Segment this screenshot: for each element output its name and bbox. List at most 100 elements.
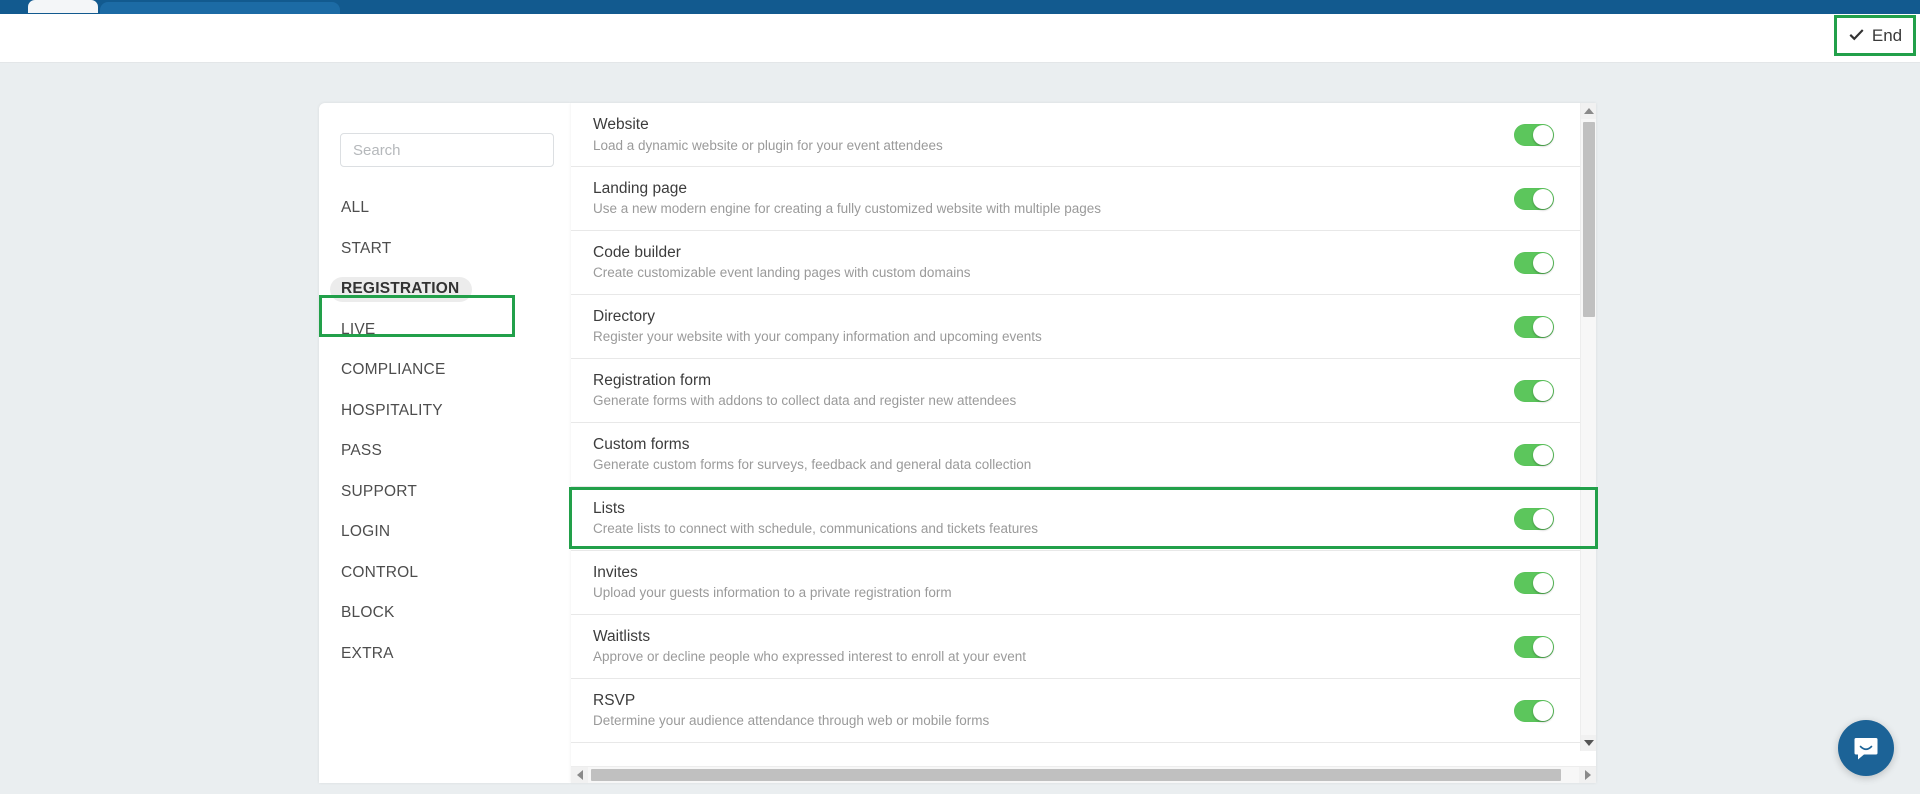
feature-row[interactable]: RSVP Determine your audience attendance t…: [571, 679, 1580, 743]
sidebar-item-all[interactable]: ALL: [319, 188, 571, 229]
feature-description: Create lists to connect with schedule, c…: [593, 521, 1038, 537]
feature-toggle[interactable]: [1514, 187, 1554, 210]
vertical-scrollbar-thumb[interactable]: [1583, 122, 1595, 317]
sidebar-item-registration[interactable]: REGISTRATION: [319, 269, 571, 310]
feature-text: Landing page Use a new modern engine for …: [593, 179, 1514, 218]
triangle-up-icon[interactable]: [1581, 103, 1596, 119]
toggle-knob: [1533, 444, 1553, 465]
browser-tab-active[interactable]: [100, 2, 340, 14]
horizontal-scrollbar-thumb[interactable]: [591, 769, 1561, 781]
feature-toggle[interactable]: [1514, 507, 1554, 530]
feature-row[interactable]: Directory Register your website with your…: [571, 295, 1580, 359]
sidebar-item-hospitality[interactable]: HOSPITALITY: [319, 391, 571, 432]
sidebar-item-label: EXTRA: [341, 644, 394, 662]
feature-row[interactable]: Waitlists Approve or decline people who e…: [571, 615, 1580, 679]
feature-description: Approve or decline people who expressed …: [593, 649, 1027, 665]
triangle-left-icon[interactable]: [571, 767, 588, 783]
category-list: ALL START REGISTRATION LIVE COMPLIANCE H…: [319, 188, 571, 674]
feature-title: Lists: [593, 499, 625, 517]
feature-text: Invites Upload your guests information to…: [593, 563, 1514, 602]
sidebar-item-label: REGISTRATION: [330, 276, 473, 302]
feature-description: Create customizable event landing pages …: [593, 265, 971, 281]
triangle-right-icon[interactable]: [1579, 767, 1596, 783]
sidebar-item-control[interactable]: CONTROL: [319, 553, 571, 594]
feature-list-scroll-area: Website Load a dynamic website or plugin …: [571, 103, 1580, 751]
feature-row[interactable]: Landing page Use a new modern engine for …: [571, 167, 1580, 231]
sidebar-item-label: LOGIN: [341, 523, 391, 541]
sidebar-item-live[interactable]: LIVE: [319, 310, 571, 351]
feature-title: Registration form: [593, 371, 712, 389]
search-input[interactable]: [340, 133, 554, 167]
feature-description: Determine your audience attendance throu…: [593, 713, 990, 729]
feature-title: Code builder: [593, 243, 681, 261]
feature-title: Invites: [593, 563, 638, 581]
feature-row[interactable]: Invites Upload your guests information to…: [571, 551, 1580, 615]
feature-row[interactable]: Code builder Create customizable event la…: [571, 231, 1580, 295]
feature-title: Custom forms: [593, 435, 690, 453]
sidebar-item-label: COMPLIANCE: [341, 361, 446, 379]
sidebar-item-label: LIVE: [341, 320, 376, 338]
feature-row[interactable]: Lists Create lists to connect with schedu…: [571, 487, 1580, 551]
toggle-knob: [1533, 572, 1553, 593]
feature-toggle[interactable]: [1514, 443, 1554, 466]
feature-text: Waitlists Approve or decline people who e…: [593, 627, 1514, 666]
horizontal-scrollbar[interactable]: [571, 766, 1596, 783]
toggle-knob: [1533, 252, 1553, 273]
toggle-knob: [1533, 316, 1553, 337]
feature-text: RSVP Determine your audience attendance t…: [593, 691, 1514, 730]
end-button-label: End: [1871, 26, 1903, 45]
feature-row[interactable]: Website Load a dynamic website or plugin …: [571, 103, 1580, 167]
feature-title: RSVP: [593, 691, 636, 709]
chat-bubble-icon[interactable]: [1838, 720, 1894, 776]
sidebar-item-label: PASS: [341, 442, 383, 460]
feature-text: Registration form Generate forms with add…: [593, 371, 1514, 410]
sidebar-item-compliance[interactable]: COMPLIANCE: [319, 350, 571, 391]
feature-text: Website Load a dynamic website or plugin …: [593, 115, 1514, 154]
sidebar-item-label: BLOCK: [341, 604, 395, 622]
toggle-knob: [1533, 636, 1553, 657]
feature-toggle[interactable]: [1514, 251, 1554, 274]
browser-tab-inactive[interactable]: [28, 0, 98, 13]
feature-toggle[interactable]: [1514, 124, 1554, 146]
feature-description: Register your website with your company …: [593, 329, 1042, 345]
triangle-down-icon[interactable]: [1581, 735, 1596, 751]
sidebar-item-login[interactable]: LOGIN: [319, 512, 571, 553]
feature-toggle[interactable]: [1514, 315, 1554, 338]
sidebar-item-label: HOSPITALITY: [341, 401, 443, 419]
toggle-knob: [1533, 188, 1553, 209]
end-button[interactable]: End: [1834, 15, 1916, 56]
sidebar-item-block[interactable]: BLOCK: [319, 593, 571, 634]
feature-text: Lists Create lists to connect with schedu…: [593, 499, 1514, 538]
feature-list-panel: Website Load a dynamic website or plugin …: [571, 103, 1596, 783]
sidebar-item-support[interactable]: SUPPORT: [319, 472, 571, 513]
sidebar-item-pass[interactable]: PASS: [319, 431, 571, 472]
feature-description: Upload your guests information to a priv…: [593, 585, 952, 601]
vertical-scrollbar[interactable]: [1580, 103, 1596, 751]
sidebar-item-start[interactable]: START: [319, 229, 571, 270]
category-panel: ALL START REGISTRATION LIVE COMPLIANCE H…: [319, 103, 571, 783]
feature-row[interactable]: Custom forms Generate custom forms for su…: [571, 423, 1580, 487]
sidebar-item-label: START: [341, 239, 392, 257]
feature-toggle[interactable]: [1514, 571, 1554, 594]
feature-toggle[interactable]: [1514, 699, 1554, 722]
toggle-knob: [1533, 508, 1553, 529]
sidebar-item-label: SUPPORT: [341, 482, 418, 500]
feature-toggle[interactable]: [1514, 379, 1554, 402]
feature-description: Generate forms with addons to collect da…: [593, 393, 1017, 409]
feature-toggle[interactable]: [1514, 635, 1554, 658]
sidebar-item-extra[interactable]: EXTRA: [319, 634, 571, 675]
feature-text: Directory Register your website with your…: [593, 307, 1514, 346]
sidebar-item-label: CONTROL: [341, 563, 419, 581]
feature-text: Code builder Create customizable event la…: [593, 243, 1514, 282]
sidebar-item-label: ALL: [341, 199, 370, 217]
toggle-knob: [1533, 125, 1553, 145]
feature-title: Website: [593, 116, 649, 134]
app-header: [0, 14, 1920, 63]
page-body: ALL START REGISTRATION LIVE COMPLIANCE H…: [0, 63, 1920, 794]
feature-row[interactable]: Registration form Generate forms with add…: [571, 359, 1580, 423]
feature-description: Generate custom forms for surveys, feedb…: [593, 457, 1032, 473]
feature-title: Landing page: [593, 179, 687, 197]
check-icon: [1848, 27, 1865, 44]
feature-title: Waitlists: [593, 627, 651, 645]
toggle-knob: [1533, 700, 1553, 721]
